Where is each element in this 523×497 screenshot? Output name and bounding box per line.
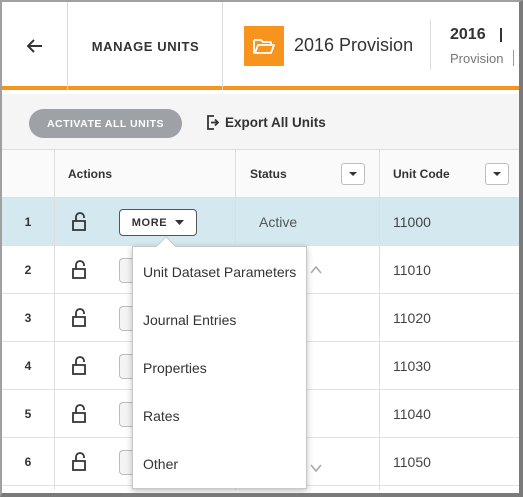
- export-icon: [207, 115, 219, 130]
- status-sort-button[interactable]: [341, 163, 365, 185]
- menu-item-properties[interactable]: Properties: [133, 344, 308, 392]
- unlock-icon[interactable]: [70, 260, 90, 280]
- unit-code-cell: 11030: [393, 358, 431, 374]
- column-header-unit-code: Unit Code: [393, 167, 450, 181]
- caret-down-icon: [175, 220, 185, 225]
- row-number: 1: [24, 215, 32, 229]
- export-all-units-label: Export All Units: [225, 115, 326, 130]
- provision-year: 2016: [450, 26, 486, 43]
- unit-code-sort-button[interactable]: [485, 163, 509, 185]
- more-button-label: MORE: [131, 216, 168, 229]
- status-cell: Active: [259, 214, 298, 230]
- menu-item-unit-dataset-parameters[interactable]: Unit Dataset Parameters: [133, 248, 308, 296]
- row-number: 5: [24, 407, 32, 421]
- menu-item-other[interactable]: Other: [133, 440, 308, 488]
- page-header: MANAGE UNITS 2016 Provision 2016 Provisi…: [2, 2, 519, 90]
- more-button[interactable]: MORE: [119, 209, 197, 236]
- row-number: 6: [24, 455, 32, 469]
- unlock-icon[interactable]: [70, 308, 90, 328]
- unlock-icon[interactable]: [70, 404, 90, 424]
- header-divider: [430, 20, 431, 70]
- column-divider: [379, 150, 380, 490]
- unlock-icon[interactable]: [70, 356, 90, 376]
- column-header-status: Status: [250, 167, 287, 181]
- column-header-actions: Actions: [68, 167, 113, 181]
- scroll-up-icon[interactable]: [309, 263, 323, 277]
- activate-all-units-button[interactable]: ACTIVATE ALL UNITS: [29, 109, 182, 138]
- unit-code-cell: 11040: [393, 406, 431, 422]
- unit-code-cell: 11000: [393, 214, 431, 230]
- more-dropdown-menu: Unit Dataset Parameters Journal Entries …: [132, 236, 322, 489]
- chevron-down-icon: [493, 172, 501, 176]
- unit-code-cell: 11010: [393, 262, 431, 278]
- toolbar: ACTIVATE ALL UNITS Export All Units: [2, 94, 519, 150]
- table-row[interactable]: 1 MORE Active 11000: [2, 198, 519, 246]
- back-button[interactable]: [2, 2, 68, 90]
- table-header: Actions Status Unit Code: [2, 150, 519, 198]
- provision-subtitle: Provision: [450, 51, 504, 66]
- header-divider-mark: [513, 50, 514, 66]
- unlock-icon[interactable]: [70, 212, 90, 232]
- menu-item-rates[interactable]: Rates: [133, 392, 308, 440]
- export-all-units-button[interactable]: Export All Units: [206, 115, 326, 130]
- unlock-icon[interactable]: [70, 452, 90, 472]
- row-number: 3: [24, 311, 32, 325]
- scroll-down-icon[interactable]: [309, 461, 323, 475]
- header-divider-mark: [500, 28, 502, 42]
- menu-item-journal-entries[interactable]: Journal Entries: [133, 296, 308, 344]
- provision-name: 2016 Provision: [294, 35, 414, 55]
- row-number: 4: [24, 359, 32, 373]
- folder-open-icon: [244, 26, 284, 66]
- app-window: MANAGE UNITS 2016 Provision 2016 Provisi…: [0, 0, 523, 497]
- page-title: MANAGE UNITS: [69, 2, 223, 90]
- column-divider: [54, 150, 55, 490]
- chevron-down-icon: [349, 172, 357, 176]
- row-number: 2: [24, 263, 32, 277]
- unit-code-cell: 11020: [393, 310, 431, 326]
- arrow-left-icon: [26, 39, 42, 53]
- unit-code-cell: 11050: [393, 454, 431, 470]
